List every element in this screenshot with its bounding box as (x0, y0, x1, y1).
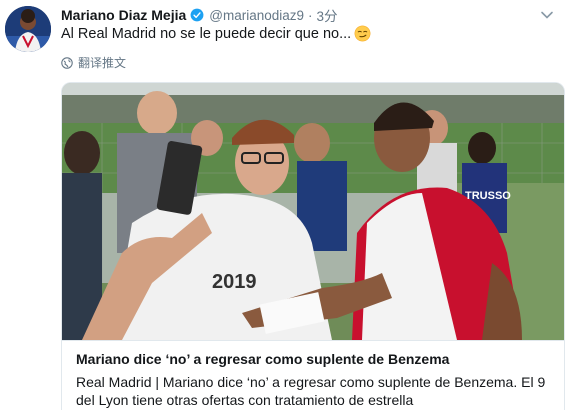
avatar[interactable] (5, 6, 51, 52)
separator-dot: · (308, 7, 313, 23)
card-text-area: Mariano dice ‘no’ a regresar como suplen… (62, 340, 564, 410)
tweet-body: Al Real Madrid no se le puede decir que … (61, 25, 352, 42)
svg-text:2019: 2019 (212, 271, 257, 293)
globe-icon (61, 56, 73, 69)
jersey-text: TRUSSO (465, 190, 511, 202)
card-photo: 2019 TRUSSO (62, 83, 564, 340)
author-handle[interactable]: @marianodiaz9 (209, 8, 304, 23)
card-title[interactable]: Mariano dice ‘no’ a regresar como suplen… (76, 351, 449, 367)
link-card[interactable]: 2019 TRUSSO Mariano dice ‘no’ a regresar… (61, 82, 565, 410)
translate-label: 翻译推文 (78, 56, 127, 70)
tweet-text: Al Real Madrid no se le puede decir que … (61, 25, 371, 42)
chevron-down-icon[interactable] (539, 7, 555, 23)
translate-tweet-link[interactable]: 翻译推文 (61, 54, 126, 71)
smirk-face-icon (354, 25, 371, 42)
verified-badge-icon (190, 8, 204, 22)
author-name[interactable]: Mariano Diaz Mejia (61, 7, 186, 23)
tweet-timestamp[interactable]: 3分 (317, 5, 338, 25)
tweet-header: Mariano Diaz Mejia @marianodiaz9 · 3分 (61, 5, 555, 25)
card-description: Real Madrid | Mariano dice ‘no’ a regres… (76, 374, 546, 408)
avatar-image (5, 6, 51, 52)
